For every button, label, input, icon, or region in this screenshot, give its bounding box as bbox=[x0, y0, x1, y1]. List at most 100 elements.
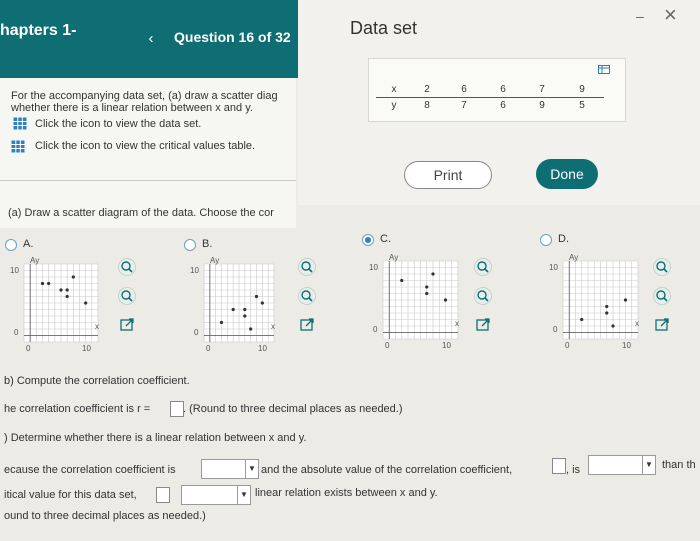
sign-dropdown[interactable]: ▼ bbox=[201, 459, 259, 479]
option-label: B. bbox=[202, 238, 213, 250]
x-axis-letter: x bbox=[455, 319, 459, 328]
part-a-prompt: (a) Draw a scatter diagram of the data. … bbox=[8, 207, 274, 219]
conclusion-dropdown[interactable]: ▼ bbox=[181, 485, 251, 505]
close-icon[interactable]: × bbox=[664, 2, 677, 28]
critical-value-box[interactable] bbox=[156, 487, 170, 503]
scatter-plot bbox=[382, 260, 459, 340]
part-c-heading: ) Determine whether there is a linear re… bbox=[4, 432, 307, 444]
x-cell: 7 bbox=[539, 84, 545, 95]
part-c-line1-d: than th bbox=[662, 459, 696, 471]
part-c-line3: ound to three decimal places as needed.) bbox=[4, 510, 206, 522]
table-icon[interactable] bbox=[11, 140, 25, 153]
x-cell: 2 bbox=[424, 84, 430, 95]
zoom-out-icon[interactable] bbox=[474, 287, 492, 305]
part-b-prefix: he correlation coefficient is r = bbox=[4, 403, 151, 415]
scatter-plot bbox=[562, 260, 639, 340]
zoom-out-icon[interactable] bbox=[118, 287, 136, 305]
data-set-link[interactable]: Click the icon to view the data set. bbox=[35, 118, 201, 130]
data-point bbox=[65, 288, 69, 292]
data-point bbox=[605, 304, 609, 309]
y-axis-letter: Ay bbox=[569, 253, 579, 262]
intro-line-2: whether there is a linear relation betwe… bbox=[11, 102, 253, 114]
data-point bbox=[71, 275, 75, 279]
y-axis-zero-label: 0 bbox=[194, 328, 199, 337]
x-axis-zero-label: 0 bbox=[565, 341, 570, 350]
table-icon[interactable] bbox=[13, 117, 27, 130]
zoom-in-icon[interactable] bbox=[118, 258, 136, 276]
data-point bbox=[580, 317, 584, 322]
data-point bbox=[623, 298, 628, 302]
table-rule bbox=[376, 97, 604, 98]
expand-icon[interactable] bbox=[118, 316, 136, 334]
option-radio[interactable] bbox=[540, 234, 552, 246]
y-cell: 7 bbox=[461, 100, 467, 111]
part-c-line1-c: , is bbox=[566, 464, 581, 476]
data-point bbox=[605, 311, 609, 315]
y-header: y bbox=[391, 100, 397, 111]
data-point bbox=[611, 324, 615, 328]
data-point bbox=[231, 307, 235, 312]
comparison-dropdown[interactable]: ▼ bbox=[588, 455, 656, 475]
print-button[interactable]: Print bbox=[404, 161, 492, 189]
y-axis-zero-label: 0 bbox=[373, 325, 378, 334]
x-axis-max-label: 10 bbox=[442, 341, 451, 350]
zoom-out-icon[interactable] bbox=[298, 287, 316, 305]
x-axis-zero-label: 0 bbox=[385, 341, 390, 350]
y-axis-letter: Ay bbox=[30, 256, 40, 265]
y-cell: 8 bbox=[424, 100, 430, 111]
x-axis-max-label: 10 bbox=[258, 344, 267, 353]
y-axis-max-label: 10 bbox=[369, 263, 378, 272]
data-point bbox=[400, 278, 404, 283]
part-c-line1-b: and the absolute value of the correlatio… bbox=[261, 464, 513, 476]
back-button[interactable]: ‹ bbox=[139, 28, 163, 52]
option-radio[interactable] bbox=[184, 239, 196, 251]
part-b-suffix: . (Round to three decimal places as need… bbox=[183, 403, 403, 415]
chapter-title: hapters 1- bbox=[0, 22, 77, 39]
copy-icon[interactable] bbox=[598, 65, 610, 74]
data-point bbox=[40, 281, 45, 286]
question-counter: Question 16 of 32 bbox=[174, 29, 291, 45]
zoom-in-icon[interactable] bbox=[653, 258, 671, 276]
option-label: C. bbox=[380, 233, 391, 245]
chevron-down-icon: ▼ bbox=[237, 486, 250, 504]
divider bbox=[0, 180, 296, 181]
zoom-in-icon[interactable] bbox=[474, 258, 492, 276]
data-point bbox=[59, 288, 63, 292]
expand-icon[interactable] bbox=[653, 316, 671, 334]
expand-icon[interactable] bbox=[298, 316, 316, 334]
data-point bbox=[65, 294, 69, 299]
x-cell: 6 bbox=[500, 84, 506, 95]
option-radio[interactable] bbox=[362, 234, 374, 246]
r-answer-box[interactable] bbox=[170, 401, 184, 417]
x-axis-max-label: 10 bbox=[82, 344, 91, 353]
data-point bbox=[425, 291, 429, 296]
data-point bbox=[260, 301, 264, 305]
y-cell: 9 bbox=[539, 100, 545, 111]
scatter-plot bbox=[23, 263, 99, 343]
option-radio[interactable] bbox=[5, 239, 17, 251]
expand-icon[interactable] bbox=[474, 316, 492, 334]
data-point bbox=[243, 307, 247, 312]
part-c-line2-b: linear relation exists between x and y. bbox=[255, 487, 438, 499]
option-label: A. bbox=[23, 238, 34, 250]
option-label: D. bbox=[558, 233, 569, 245]
x-axis-max-label: 10 bbox=[622, 341, 631, 350]
zoom-out-icon[interactable] bbox=[653, 287, 671, 305]
y-cell: 6 bbox=[500, 100, 506, 111]
part-c-line1-a: ecause the correlation coefficient is bbox=[4, 464, 176, 476]
x-cell: 6 bbox=[461, 84, 467, 95]
part-b-heading: b) Compute the correlation coefficient. bbox=[4, 375, 190, 387]
minimize-icon[interactable]: – bbox=[636, 8, 644, 24]
abs-r-box[interactable] bbox=[552, 458, 566, 474]
data-point bbox=[431, 272, 435, 276]
done-button[interactable]: Done bbox=[536, 159, 598, 189]
y-axis-zero-label: 0 bbox=[553, 325, 558, 334]
data-point bbox=[443, 298, 448, 302]
data-point bbox=[243, 314, 247, 318]
critical-values-link[interactable]: Click the icon to view the critical valu… bbox=[35, 140, 255, 152]
zoom-in-icon[interactable] bbox=[298, 258, 316, 276]
y-axis-max-label: 10 bbox=[549, 263, 558, 272]
data-point bbox=[425, 285, 429, 289]
x-axis-zero-label: 0 bbox=[26, 344, 31, 353]
x-axis-letter: x bbox=[635, 319, 639, 328]
